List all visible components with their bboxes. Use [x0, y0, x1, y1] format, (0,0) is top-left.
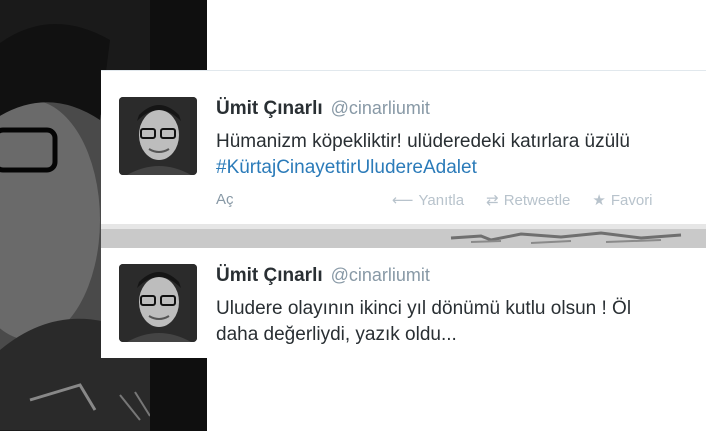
- tweet-text: Hümanizm köpekliktir! ulüderedeki katırl…: [216, 129, 630, 181]
- expand-link[interactable]: Aç: [216, 191, 234, 208]
- user-name[interactable]: Ümit Çınarlı: [216, 98, 323, 119]
- star-icon: ★: [592, 192, 606, 209]
- tweet-text: Uludere olayının ikinci yıl dönümü kutlu…: [216, 296, 631, 348]
- favorite-label: Favori: [610, 192, 653, 209]
- tweet-footer: Aç ⟵ Yanıtla ⇄ Retweetle ★ Favori: [216, 191, 706, 209]
- reply-button[interactable]: ⟵ Yanıtla: [392, 192, 464, 209]
- avatar-image: [119, 264, 197, 342]
- favorite-button[interactable]: ★ Favori: [592, 192, 652, 209]
- avatar-image: [119, 97, 197, 175]
- hashtag-link[interactable]: #KürtajCinayettirUludereAdalet: [216, 155, 630, 181]
- tweet-card[interactable]: Ümit Çınarlı @cinarliumit Hümanizm köpekl…: [101, 70, 706, 225]
- tweet-card[interactable]: Ümit Çınarlı @cinarliumit Uludere olayını…: [101, 248, 706, 358]
- divider-texture: [101, 224, 706, 248]
- user-handle[interactable]: @cinarliumit: [331, 98, 430, 118]
- tweet-text-line: Hümanizm köpekliktir! ulüderedeki katırl…: [216, 131, 630, 152]
- avatar[interactable]: [119, 97, 197, 175]
- screenshot-canvas: Ümit Çınarlı @cinarliumit Hümanizm köpekl…: [0, 0, 706, 431]
- tweet-text-line: Uludere olayının ikinci yıl dönümü kutlu…: [216, 298, 632, 319]
- tweet-text-line: daha değerliydi, yazık oldu...: [216, 324, 457, 345]
- avatar[interactable]: [119, 264, 197, 342]
- retweet-button[interactable]: ⇄ Retweetle: [486, 192, 570, 209]
- tweet-actions: ⟵ Yanıtla ⇄ Retweetle ★ Favori: [392, 191, 675, 209]
- tweet-header: Ümit Çınarlı @cinarliumit: [216, 264, 430, 287]
- reply-arrow-icon: ⟵: [392, 192, 414, 209]
- retweet-icon: ⇄: [486, 192, 499, 209]
- reply-label: Yanıtla: [418, 192, 465, 209]
- user-handle[interactable]: @cinarliumit: [331, 265, 430, 285]
- user-name[interactable]: Ümit Çınarlı: [216, 265, 323, 286]
- divider-strip: [101, 224, 706, 248]
- tweet-header: Ümit Çınarlı @cinarliumit: [216, 97, 430, 120]
- retweet-label: Retweetle: [503, 192, 571, 209]
